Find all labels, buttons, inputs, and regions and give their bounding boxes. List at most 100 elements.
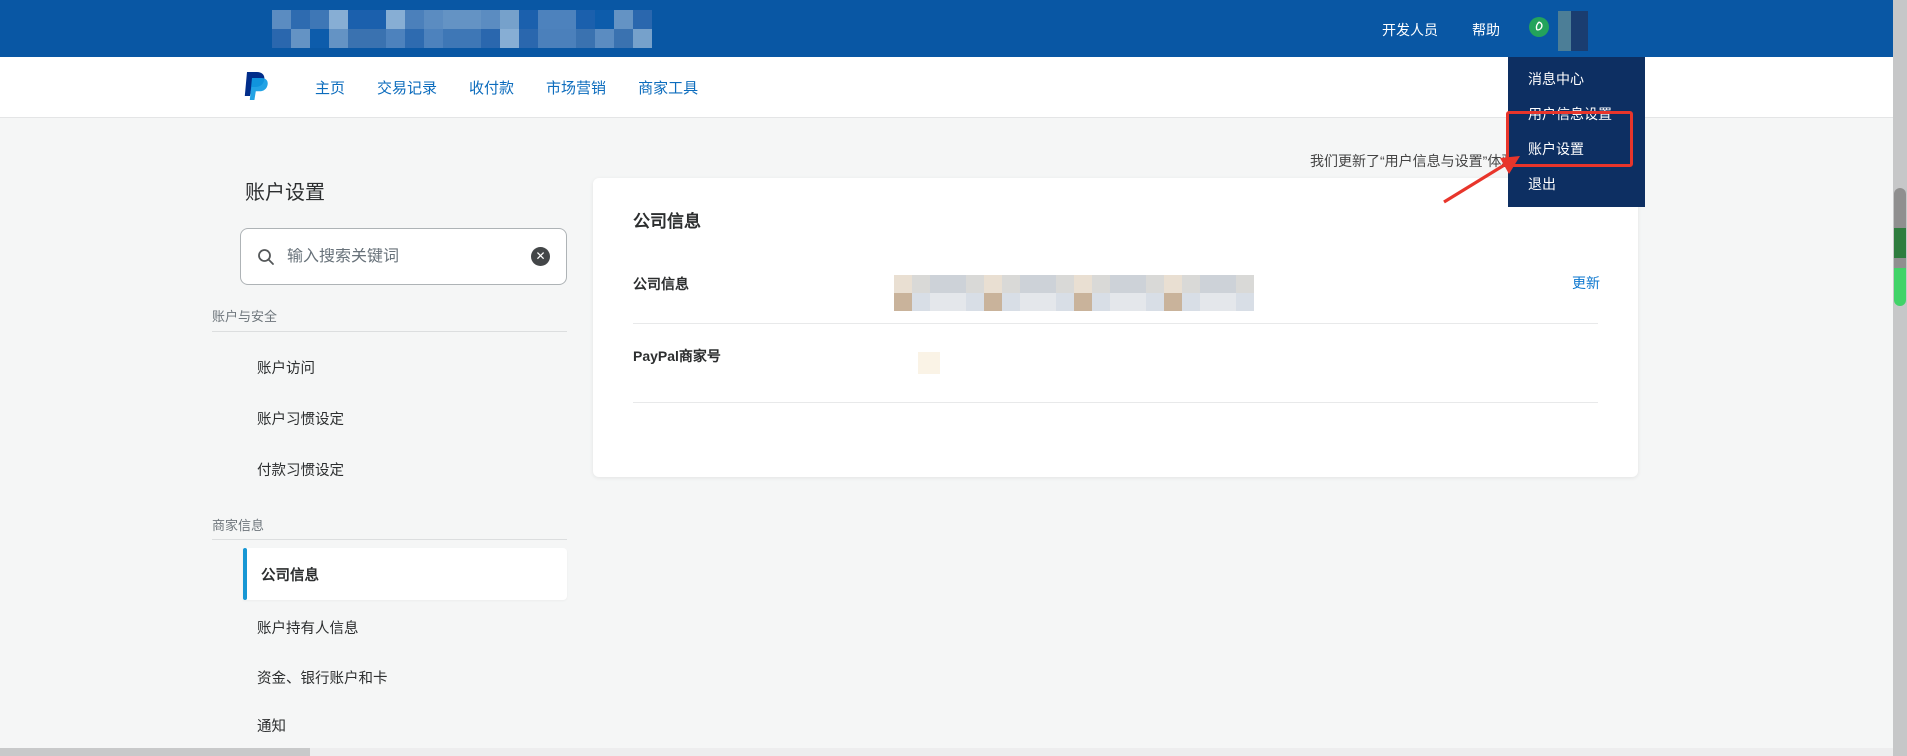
redaction-pixel	[367, 10, 386, 29]
redaction-pixel	[1128, 275, 1146, 293]
sidebar-item-account-preferences[interactable]: 账户习惯设定	[257, 408, 344, 429]
redaction-pixel	[984, 293, 1002, 311]
redaction-pixel	[1218, 293, 1236, 311]
redacted-company-info-value	[894, 275, 1254, 311]
menu-item-message-center[interactable]: 消息中心	[1528, 69, 1638, 87]
redaction-pixel	[614, 10, 633, 29]
redaction-pixel	[481, 10, 500, 29]
sidebar-item-account-access[interactable]: 账户访问	[257, 357, 315, 378]
avatar-swirl-icon	[1535, 21, 1543, 31]
menu-item-account-settings[interactable]: 账户设置	[1528, 139, 1638, 157]
card-title: 公司信息	[633, 212, 701, 231]
sidebar-item-payment-preferences[interactable]: 付款习惯设定	[257, 459, 344, 480]
redaction-pixel	[291, 10, 310, 29]
redaction-pixel	[405, 10, 424, 29]
sidebar-item-label: 公司信息	[261, 567, 319, 584]
search-input[interactable]	[287, 247, 531, 266]
redaction-pixel	[1236, 275, 1254, 293]
nav-item-marketing[interactable]: 市场营销	[546, 77, 606, 98]
update-link[interactable]: 更新	[1572, 273, 1600, 293]
redaction-pixel	[1002, 293, 1020, 311]
selected-indicator-bar	[243, 548, 247, 600]
vertical-scrollbar-thumb[interactable]	[1894, 188, 1906, 306]
row-label-merchant-id: PayPal商家号	[633, 348, 721, 364]
horizontal-scrollbar-track[interactable]	[0, 748, 1893, 756]
redaction-pixel	[405, 29, 424, 48]
update-notification-text: 我们更新了“用户信息与设置”体验	[1310, 153, 1516, 169]
nav-item-seller-tools[interactable]: 商家工具	[638, 77, 698, 98]
divider	[633, 323, 1598, 324]
sidebar-item-account-owner-info[interactable]: 账户持有人信息	[257, 617, 359, 638]
redaction-pixel	[1200, 293, 1218, 311]
redaction-pixel	[948, 275, 966, 293]
sidebar-section-business-info: 商家信息	[212, 518, 265, 533]
redaction-pixel	[1074, 275, 1092, 293]
sidebar-item-notifications[interactable]: 通知	[257, 715, 286, 736]
row-label-company-info: 公司信息	[633, 276, 689, 292]
paypal-logo-icon[interactable]	[243, 70, 269, 102]
divider	[212, 539, 567, 540]
redaction-pixel	[1182, 293, 1200, 311]
redaction-pixel	[291, 29, 310, 48]
redacted-user-name[interactable]	[1558, 11, 1588, 51]
user-avatar[interactable]	[1529, 17, 1549, 37]
redaction-pixel	[272, 10, 291, 29]
redaction-pixel	[519, 29, 538, 48]
redaction-pixel	[1038, 293, 1056, 311]
nav-item-activity[interactable]: 交易记录	[377, 77, 437, 98]
redaction-pixel	[1218, 275, 1236, 293]
redaction-pixel	[1020, 275, 1038, 293]
nav-item-home[interactable]: 主页	[315, 77, 345, 98]
scroll-thumb-segment	[1894, 188, 1906, 228]
redaction-pixel	[966, 275, 984, 293]
redaction-pixel	[948, 293, 966, 311]
redaction-pixel	[1002, 275, 1020, 293]
sidebar-search-box: ✕	[240, 228, 567, 285]
redaction-pixel	[1236, 293, 1254, 311]
redaction-pixel	[595, 29, 614, 48]
horizontal-scrollbar-thumb[interactable]	[0, 748, 310, 756]
redacted-merchant-logo	[272, 10, 652, 48]
menu-item-profile-settings[interactable]: 用户信息设置	[1528, 104, 1638, 122]
sidebar-item-money-banks-cards[interactable]: 资金、银行账户和卡	[257, 667, 388, 688]
sidebar-item-business-info-selected[interactable]: 公司信息	[243, 548, 567, 600]
redaction-pixel	[367, 29, 386, 48]
redaction-pixel	[1056, 275, 1074, 293]
redaction-pixel	[538, 10, 557, 29]
redaction-pixel	[912, 293, 930, 311]
scroll-thumb-segment	[1894, 258, 1906, 268]
redaction-pixel	[1164, 293, 1182, 311]
redaction-pixel	[348, 10, 367, 29]
redaction-pixel	[310, 29, 329, 48]
redaction-pixel	[633, 10, 652, 29]
redaction-pixel	[1146, 275, 1164, 293]
redaction-pixel	[329, 10, 348, 29]
redaction-pixel	[918, 352, 940, 374]
redaction-pixel	[519, 10, 538, 29]
page-title: 账户设置	[245, 182, 325, 204]
redaction-pixel	[1182, 275, 1200, 293]
divider	[633, 402, 1598, 403]
redaction-pixel	[386, 10, 405, 29]
topbar: 开发人员 帮助	[0, 0, 1907, 57]
redaction-pixel	[1056, 293, 1074, 311]
scroll-marker-green-bright	[1894, 268, 1906, 306]
redaction-pixel	[930, 293, 948, 311]
clear-search-icon[interactable]: ✕	[531, 247, 550, 266]
redaction-pixel	[576, 29, 595, 48]
developer-link[interactable]: 开发人员	[1382, 20, 1438, 40]
menu-item-logout[interactable]: 退出	[1528, 174, 1638, 192]
vertical-scrollbar-track[interactable]	[1893, 0, 1907, 756]
redaction-pixel	[272, 29, 291, 48]
help-link[interactable]: 帮助	[1472, 20, 1500, 40]
business-info-card: 公司信息 公司信息 更新 PayPal商家号	[593, 178, 1638, 477]
redaction-pixel	[912, 275, 930, 293]
nav-item-payments[interactable]: 收付款	[469, 77, 514, 98]
redaction-pixel	[894, 275, 912, 293]
redaction-pixel	[500, 29, 519, 48]
redaction-block	[1571, 11, 1588, 51]
scroll-marker-green-dark	[1894, 228, 1906, 258]
redaction-pixel	[1038, 275, 1056, 293]
redaction-block	[1558, 11, 1571, 51]
redaction-pixel	[557, 29, 576, 48]
